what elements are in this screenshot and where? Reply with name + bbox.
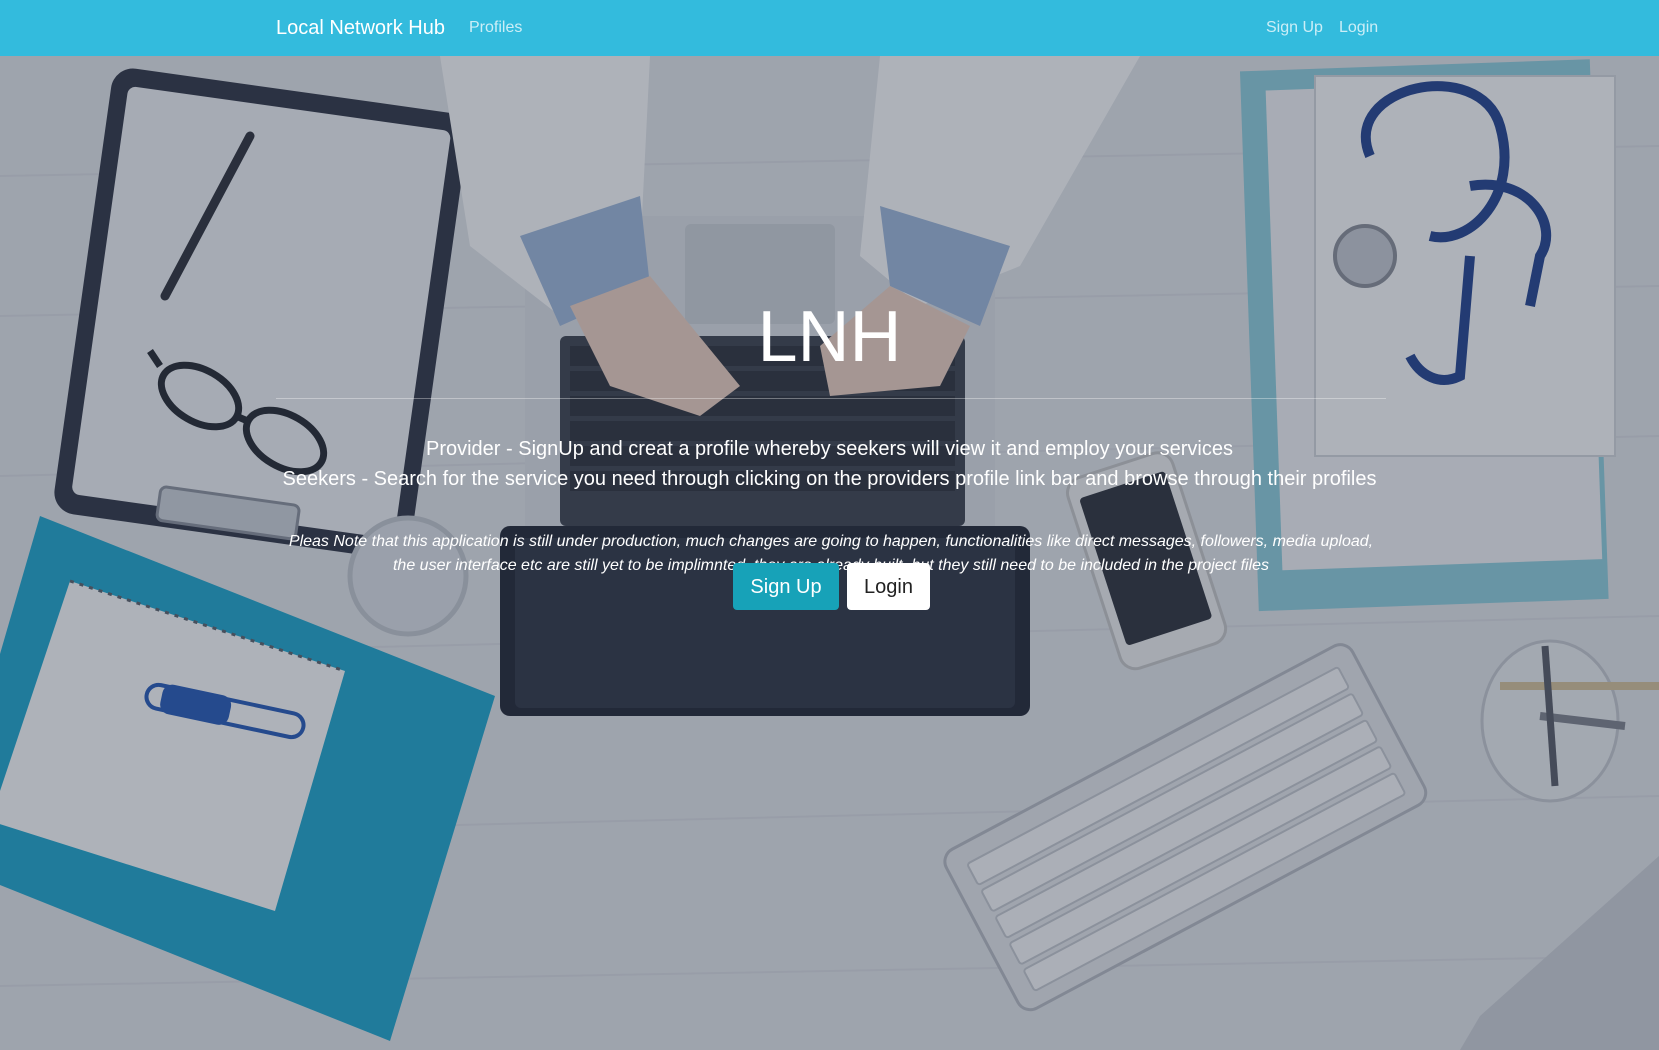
hero-title: LNH bbox=[757, 297, 902, 377]
nav-link-login[interactable]: Login bbox=[1339, 18, 1378, 38]
hero-section: LNH Provider - SignUp and creat a profil… bbox=[0, 56, 1659, 1050]
nav-link-profiles[interactable]: Profiles bbox=[469, 18, 522, 38]
signup-button[interactable]: Sign Up bbox=[733, 563, 839, 610]
seekers-description: Seekers - Search for the service you nee… bbox=[282, 468, 1377, 490]
brand-link[interactable]: Local Network Hub bbox=[276, 16, 445, 40]
provider-description: Provider - SignUp and creat a profile wh… bbox=[425, 438, 1233, 460]
hero-divider bbox=[276, 398, 1386, 399]
nav-link-signup[interactable]: Sign Up bbox=[1266, 18, 1323, 38]
top-navbar: Local Network Hub Profiles Sign Up Login bbox=[0, 0, 1659, 56]
login-button[interactable]: Login bbox=[847, 563, 930, 610]
